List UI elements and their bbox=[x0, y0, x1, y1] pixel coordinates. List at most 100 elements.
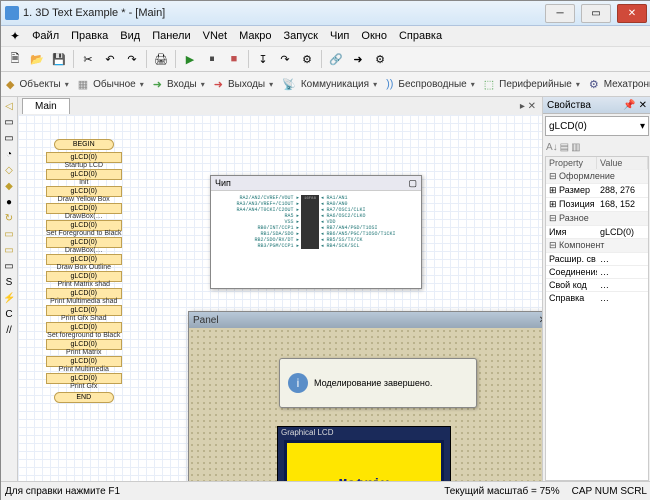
step-over-icon[interactable]: ↷ bbox=[275, 49, 295, 69]
fc-begin[interactable]: BEGIN bbox=[54, 139, 114, 150]
menu-vnet[interactable]: VNet bbox=[198, 29, 232, 43]
grp-inputs-icon[interactable]: ➜ bbox=[152, 74, 163, 94]
palette-decision-icon[interactable]: ◇ bbox=[3, 165, 15, 177]
props-page-icon[interactable]: ▥ bbox=[571, 142, 580, 153]
status-zoom: Текущий масштаб = 75% bbox=[444, 486, 559, 497]
palette-loop-icon[interactable]: ↻ bbox=[3, 213, 15, 225]
props-title: Свойства bbox=[547, 100, 591, 111]
redo-icon[interactable]: ↷ bbox=[122, 49, 142, 69]
maximize-button[interactable]: ▭ bbox=[581, 4, 611, 23]
palette-delay-icon[interactable]: ◔ bbox=[3, 149, 15, 161]
minimize-button[interactable]: ─ bbox=[545, 4, 575, 23]
chip-pin: ◂ RB4/SCK/SCL bbox=[321, 243, 396, 249]
palette-interrupt-icon[interactable]: ⚡ bbox=[3, 293, 15, 305]
pause-icon[interactable]: ⏸ bbox=[202, 49, 222, 69]
open-icon[interactable]: 📂 bbox=[27, 49, 47, 69]
compile-icon[interactable]: ⚙ bbox=[297, 49, 317, 69]
props-cat-icon[interactable]: ▤ bbox=[560, 142, 569, 153]
fc-step-label: Print Gfx Shad bbox=[46, 315, 122, 322]
palette-connection-icon[interactable]: ● bbox=[3, 197, 15, 209]
palette-output-icon[interactable]: ▭ bbox=[3, 133, 15, 145]
print-icon[interactable]: 🖨 bbox=[151, 49, 171, 69]
menu-chip[interactable]: Чип bbox=[325, 29, 354, 43]
undo-icon[interactable]: ↶ bbox=[100, 49, 120, 69]
fc-step-label: Draw Box Outline bbox=[46, 264, 122, 271]
palette-code-icon[interactable]: C bbox=[3, 309, 15, 321]
palette-switch-icon[interactable]: ◆ bbox=[3, 181, 15, 193]
panel-window[interactable]: Panel✕ i Моделирование завершено. Graphi… bbox=[188, 311, 542, 481]
chip-window[interactable]: Чип▢ RA2/AN2/CVREF/VOUT ▸RA3/AN3/VREF+/C… bbox=[210, 175, 422, 289]
grp-periph[interactable]: Периферийные bbox=[497, 79, 574, 90]
grp-outputs[interactable]: Выходы bbox=[226, 79, 267, 90]
fc-step-label: Print Multimedia bbox=[46, 366, 122, 373]
grp-wireless[interactable]: Беспроводные bbox=[396, 79, 468, 90]
grp-inputs[interactable]: Входы bbox=[165, 79, 199, 90]
grp-objects-icon[interactable]: ◆ bbox=[5, 74, 15, 94]
new-icon[interactable]: 🗎 bbox=[5, 49, 25, 69]
fc-step-label: Set Foreground to Black bbox=[46, 230, 122, 237]
simulation-message[interactable]: i Моделирование завершено. bbox=[279, 358, 477, 408]
grp-mecha[interactable]: Мехатроника bbox=[602, 79, 650, 90]
fc-step-label: Print Matrix shad bbox=[46, 281, 122, 288]
palette-input-icon[interactable]: ▭ bbox=[3, 117, 15, 129]
fc-step-label: Print Multimedia shad bbox=[46, 298, 122, 305]
grp-wireless-icon[interactable]: )) bbox=[385, 74, 394, 94]
grp-comm[interactable]: Коммуникация bbox=[299, 79, 371, 90]
palette-string-icon[interactable]: S bbox=[3, 277, 15, 289]
fc-end[interactable]: END bbox=[54, 392, 114, 403]
props-cat-component: ⊟ Компонент bbox=[546, 238, 648, 252]
fc-step-label: Init bbox=[46, 179, 122, 186]
save-icon[interactable]: 💾 bbox=[49, 49, 69, 69]
palette-comment-icon[interactable]: // bbox=[3, 325, 15, 337]
palette-calc-icon[interactable]: ▭ bbox=[3, 261, 15, 273]
grp-comm-icon[interactable]: 📡 bbox=[281, 74, 297, 94]
sysmenu-icon[interactable]: ✦ bbox=[5, 28, 25, 44]
lcd-component[interactable]: Graphical LCD Matrix Multimedia Gfx LCD bbox=[277, 426, 451, 481]
lcd-caption: Graphical LCD bbox=[278, 427, 450, 438]
menu-help[interactable]: Справка bbox=[394, 29, 447, 43]
props-az-icon[interactable]: A↓ bbox=[546, 142, 558, 153]
toolbar-components: ◆ Объекты▾ ▦ Обычное▾ ➜ Входы▾ ➜ Выходы▾… bbox=[1, 72, 650, 97]
panel-close-icon[interactable]: ✕ bbox=[539, 315, 542, 326]
menubar: ✦ Файл Правка Вид Панели VNet Макро Запу… bbox=[1, 26, 650, 47]
info-icon: i bbox=[288, 373, 308, 393]
tab-scroll-icon[interactable]: ▸ ✕ bbox=[514, 101, 542, 112]
grp-common-icon[interactable]: ▦ bbox=[77, 74, 89, 94]
menu-window[interactable]: Окно bbox=[356, 29, 392, 43]
config-icon[interactable]: ⚙ bbox=[370, 49, 390, 69]
chip-pin: RB3/PGM/CCP1 ▸ bbox=[236, 243, 299, 249]
menu-view[interactable]: Вид bbox=[115, 29, 145, 43]
close-button[interactable]: ✕ bbox=[617, 4, 647, 23]
grp-periph-icon[interactable]: ⬚ bbox=[483, 74, 495, 94]
canvas-grid[interactable]: BEGIN gLCD(0)Startup LCDgLCD(0)InitgLCD(… bbox=[18, 115, 542, 481]
menu-file[interactable]: Файл bbox=[27, 29, 64, 43]
menu-panels[interactable]: Панели bbox=[147, 29, 195, 43]
window-title: 1. 3D Text Example * - [Main] bbox=[23, 7, 539, 19]
grp-objects[interactable]: Объекты bbox=[17, 79, 62, 90]
props-object-select[interactable]: gLCD(0)▾ bbox=[545, 116, 649, 136]
menu-run[interactable]: Запуск bbox=[279, 29, 323, 43]
tab-strip: Main ▸ ✕ bbox=[18, 97, 542, 116]
upload-icon[interactable]: ➜ bbox=[348, 49, 368, 69]
chip-expand-icon[interactable]: ▢ bbox=[408, 178, 417, 189]
step-into-icon[interactable]: ↧ bbox=[253, 49, 273, 69]
message-text: Моделирование завершено. bbox=[314, 378, 432, 388]
menu-edit[interactable]: Правка bbox=[66, 29, 113, 43]
stop-icon[interactable]: ■ bbox=[224, 49, 244, 69]
menu-macro[interactable]: Макро bbox=[234, 29, 276, 43]
connect-icon[interactable]: 🔗 bbox=[326, 49, 346, 69]
fc-step-label: Draw Yellow Box bbox=[46, 196, 122, 203]
play-icon[interactable]: ▶ bbox=[180, 49, 200, 69]
fc-step-label: DrawBox(… bbox=[46, 213, 122, 220]
tab-main[interactable]: Main bbox=[22, 98, 70, 114]
status-indicators: CAP NUM SCRL bbox=[572, 486, 647, 497]
grp-common[interactable]: Обычное bbox=[91, 79, 138, 90]
props-pin-icon[interactable]: 📌 ✕ bbox=[623, 100, 647, 111]
palette-pointer-icon[interactable]: ◁ bbox=[3, 101, 15, 113]
grp-mecha-icon[interactable]: ⚙ bbox=[588, 74, 600, 94]
grp-outputs-icon[interactable]: ➜ bbox=[213, 74, 224, 94]
cut-icon[interactable]: ✂ bbox=[78, 49, 98, 69]
props-grid[interactable]: PropertyValue ⊟ Оформление ⊞ Размер288, … bbox=[545, 156, 649, 481]
palette-component-icon[interactable]: ▭ bbox=[3, 245, 15, 257]
palette-macro-icon[interactable]: ▭ bbox=[3, 229, 15, 241]
